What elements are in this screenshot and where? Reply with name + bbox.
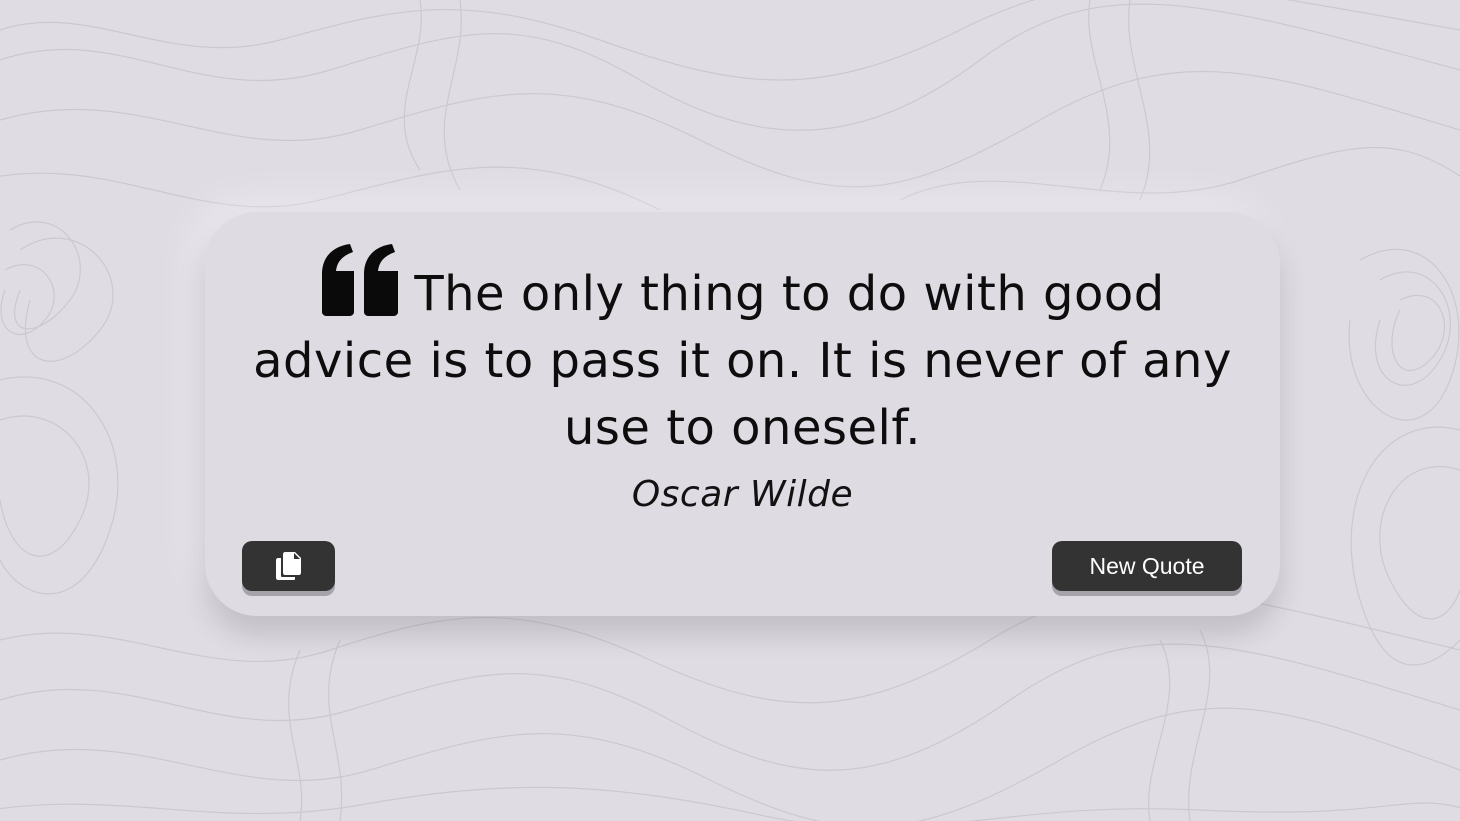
quote-left-icon bbox=[322, 244, 399, 316]
quote-card: The only thing to do with good advice is… bbox=[205, 212, 1280, 616]
copy-button[interactable] bbox=[242, 541, 335, 591]
quote-text-block: The only thing to do with good advice is… bbox=[245, 244, 1240, 462]
quote-author: Oscar Wilde bbox=[631, 474, 854, 515]
new-quote-button[interactable]: New Quote bbox=[1052, 541, 1242, 591]
copy-icon bbox=[275, 552, 301, 580]
